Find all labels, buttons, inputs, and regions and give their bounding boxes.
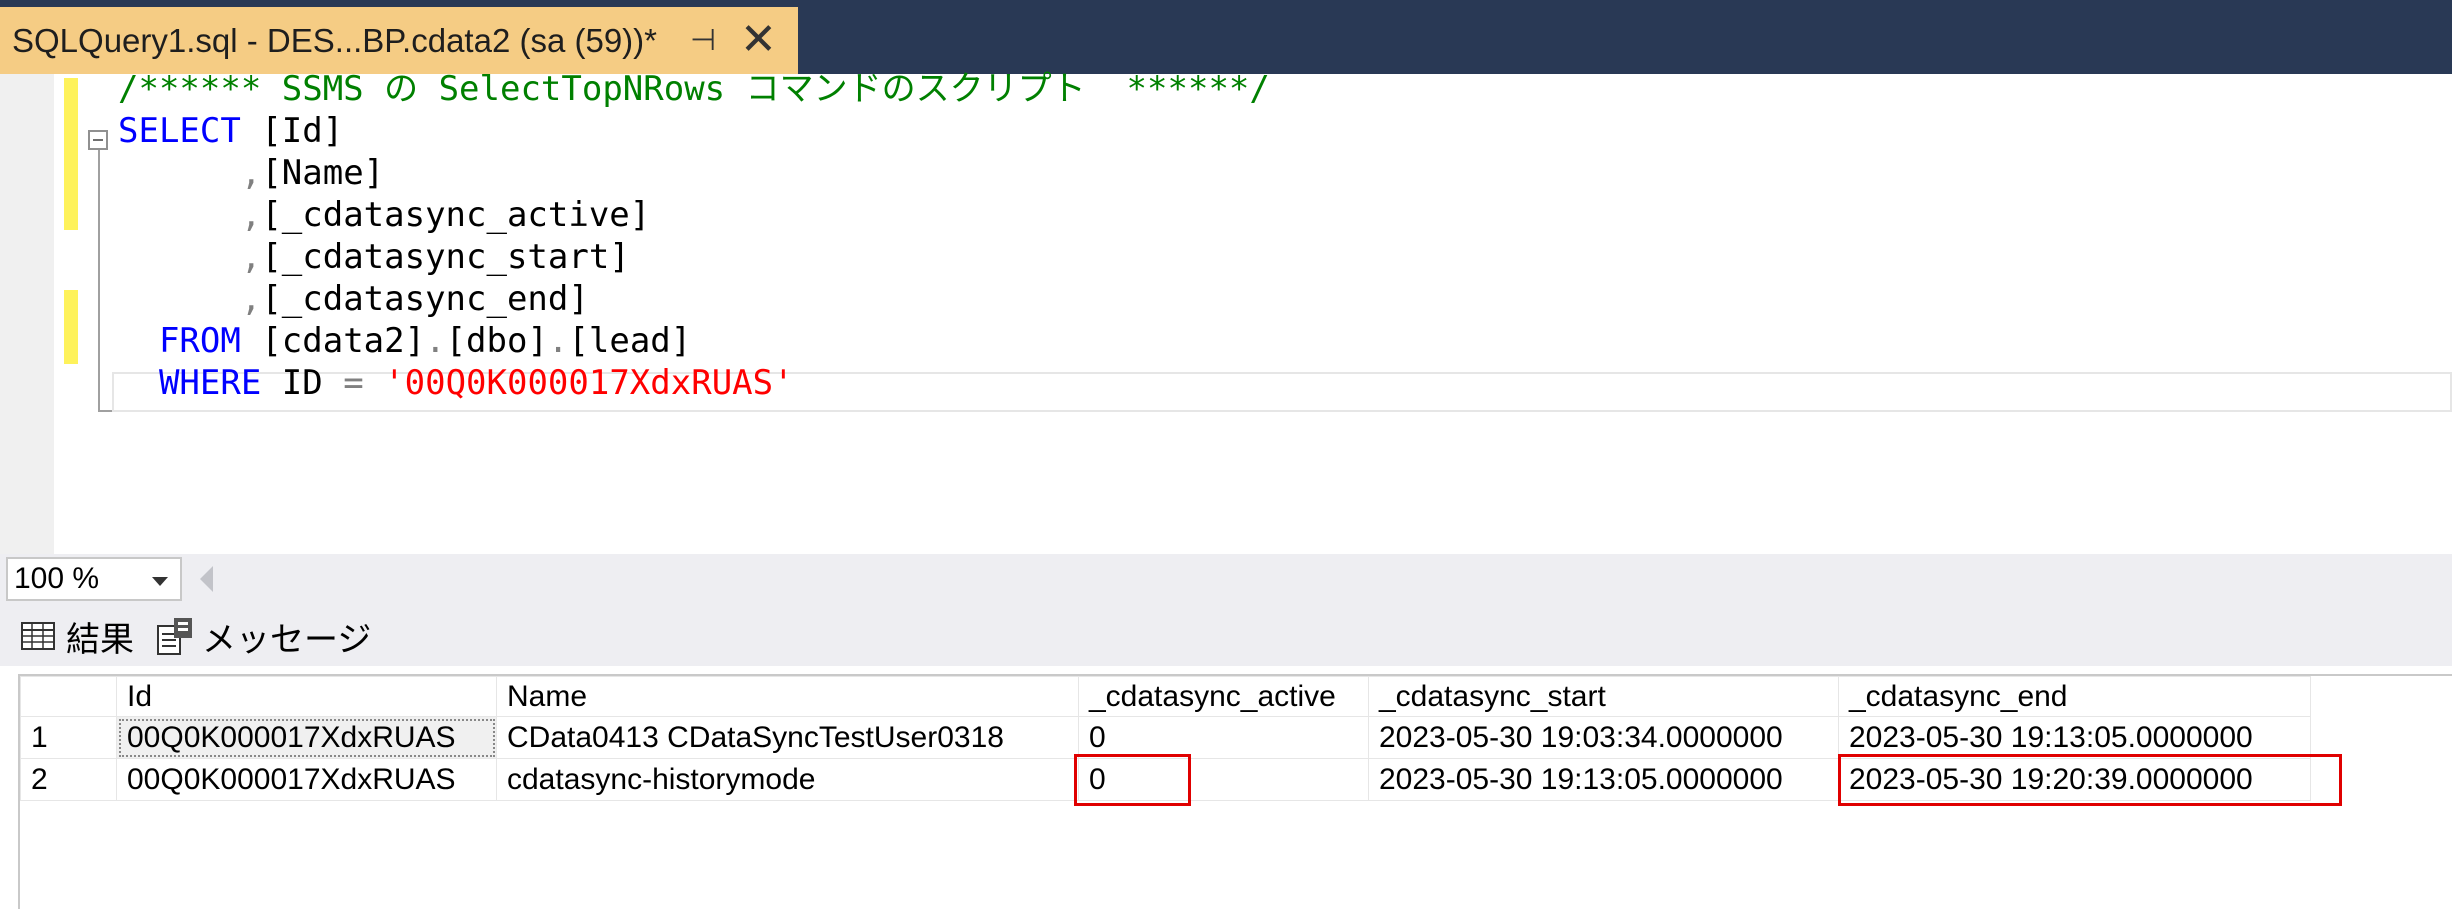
code-line: ,[_cdatasync_start] [118,236,1270,278]
column-header[interactable]: _cdatasync_end [1838,676,2311,717]
code-token: . [547,321,569,361]
code-token: [dbo] [445,321,548,361]
code-token: = [343,363,364,403]
code-token: . [425,321,446,361]
table-cell[interactable]: 0 [1078,716,1369,759]
code-token: [_cdatasync_end] [261,279,589,319]
tab-messages-label: メッセージ [202,620,372,659]
code-line: ,[_cdatasync_active] [118,194,1270,236]
code-token: [lead] [568,321,692,361]
table-row[interactable]: 1 00Q0K000017XdxRUAS CData0413 CDataSyncTe… [20,716,2311,759]
code-token: , [240,195,262,235]
code-token: SELECT [118,111,241,151]
highlight-box-active [1074,754,1191,806]
code-token: [cdata2] [240,321,426,361]
scroll-left-icon[interactable] [200,566,213,592]
collapse-icon[interactable] [88,130,108,150]
code-token: [_cdatasync_start] [261,237,630,277]
table-cell[interactable]: 00Q0K000017XdxRUAS [116,716,497,759]
code-line: FROM [cdata2].[dbo].[lead] [118,320,1270,362]
code-token: [Id] [240,111,344,151]
query-document-tab[interactable]: SQLQuery1.sql - DES...BP.cdata2 (sa (59)… [0,7,798,74]
change-marker [64,78,78,230]
change-marker [64,290,78,364]
sql-code[interactable]: /****** SSMS の SelectTopNRows コマンドのスクリプト… [118,68,1270,404]
grid-icon [21,622,55,650]
column-header[interactable] [20,676,117,717]
column-header[interactable]: _cdatasync_active [1078,676,1369,717]
table-cell[interactable]: CData0413 CDataSyncTestUser0318 [496,716,1079,759]
code-line: /****** SSMS の SelectTopNRows コマンドのスクリプト… [118,68,1270,110]
tab-results-label: 結果 [66,620,134,659]
messages-icon [157,618,192,655]
pin-icon[interactable]: ⊣ [690,23,716,58]
code-line: SELECT [Id] [118,110,1270,152]
table-cell[interactable]: 2023-05-30 19:13:05.0000000 [1368,758,1839,801]
table-cell[interactable]: 2023-05-30 19:13:05.0000000 [1838,716,2311,759]
highlight-box-end [1838,754,2342,806]
code-token: /****** SSMS の SelectTopNRows コマンドのスクリプト… [118,69,1270,109]
row-number[interactable]: 2 [20,758,117,801]
editor-gutter [0,74,54,554]
outline-line [98,140,100,410]
code-token: [_cdatasync_active] [261,195,651,235]
code-token: ID [261,363,344,403]
code-token: , [240,237,262,277]
code-line: ,[_cdatasync_end] [118,278,1270,320]
results-grid[interactable]: Id Name _cdatasync_active _cdatasync_start _… [18,674,2452,909]
code-token: , [240,279,262,319]
code-token: WHERE [158,363,262,403]
outline-end [98,410,112,412]
column-header[interactable]: Id [116,676,497,717]
code-token: FROM [158,321,241,361]
code-line: WHERE ID = '00Q0K000017XdxRUAS' [118,362,1270,404]
code-line: ,[Name] [118,152,1270,194]
chevron-down-icon [152,577,168,586]
tab-title: SQLQuery1.sql - DES...BP.cdata2 (sa (59)… [12,21,657,59]
document-tab-bar: SQLQuery1.sql - DES...BP.cdata2 (sa (59)… [0,0,2452,74]
column-header[interactable]: _cdatasync_start [1368,676,1839,717]
row-number[interactable]: 1 [20,716,117,759]
zoom-bar: 100 % [0,554,2452,606]
code-token: [Name] [261,153,385,193]
table-cell[interactable]: cdatasync-historymode [496,758,1079,801]
close-icon[interactable]: ✕ [740,13,777,67]
tab-messages[interactable]: メッセージ [156,612,371,660]
column-header[interactable]: Name [496,676,1079,717]
zoom-dropdown[interactable]: 100 % [6,557,182,601]
sql-editor[interactable]: /****** SSMS の SelectTopNRows コマンドのスクリプト… [0,69,2452,554]
table-cell[interactable]: 2023-05-30 19:03:34.0000000 [1368,716,1839,759]
tab-results[interactable]: 結果 [20,612,134,660]
zoom-value: 100 % [14,562,100,595]
code-token: , [240,153,262,193]
table-cell[interactable]: 00Q0K000017XdxRUAS [116,758,497,801]
results-tabs: 結果 メッセージ [0,606,2452,666]
code-token: '00Q0K000017XdxRUAS' [384,363,794,403]
